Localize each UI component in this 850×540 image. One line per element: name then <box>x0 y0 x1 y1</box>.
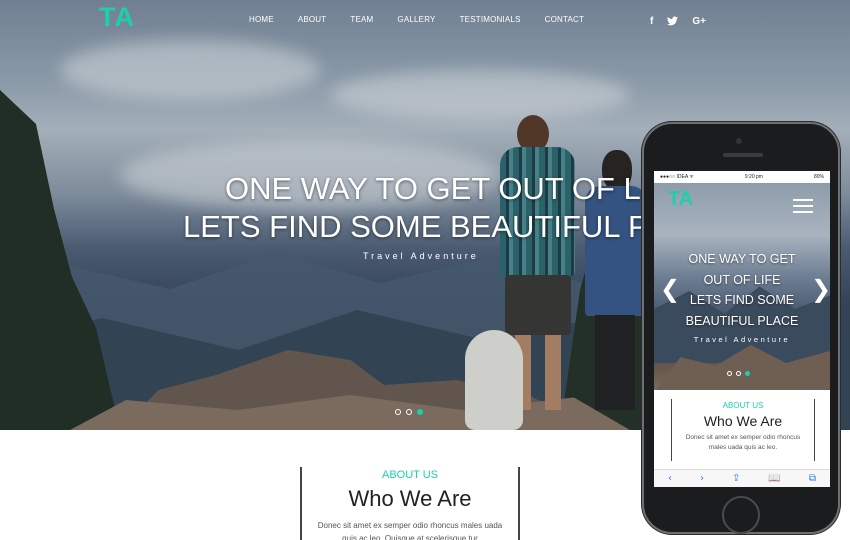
phone-mockup: ●●●○○ IDEA ᯤ 9:20 pm 80% TA ONE WAY TO G… <box>642 122 840 534</box>
phone-home-button[interactable] <box>722 496 760 534</box>
mobile-hero-line-4: BEAUTIFUL PLACE <box>685 313 799 328</box>
about-label: ABOUT US <box>381 469 439 481</box>
status-bar: ●●●○○ IDEA ᯤ 9:20 pm 80% <box>654 171 830 183</box>
mobile-about-text: Donec sit amet ex semper odio rhoncus ma… <box>685 434 801 451</box>
tabs-icon[interactable]: ⧉ <box>809 473 816 484</box>
slider-dots <box>395 409 423 415</box>
hero-subtitle: Travel Adventure <box>363 251 479 261</box>
about-section: ABOUT US Who We Are Donec sit amet ex se… <box>300 467 520 540</box>
status-time: 9:20 pm <box>744 174 763 180</box>
about-text: Donec sit amet ex semper odio rhoncus ma… <box>317 521 503 540</box>
slider-dot-3[interactable] <box>417 409 423 415</box>
phone-speaker <box>723 153 763 157</box>
mobile-hero: TA ONE WAY TO GET OUT OF LIFE LETS FIND … <box>654 183 830 390</box>
mobile-about-section: ABOUT US Who We Are Donec sit amet ex se… <box>671 399 815 461</box>
back-icon[interactable]: ‹ <box>668 473 672 484</box>
mobile-about-label: ABOUT US <box>722 401 764 410</box>
mobile-about-title: Who We Are <box>703 413 783 429</box>
site-logo[interactable]: TA <box>99 2 135 33</box>
share-icon[interactable]: ⇪ <box>732 473 740 484</box>
mobile-slider-dot-3[interactable] <box>745 371 750 376</box>
mobile-logo[interactable]: TA <box>668 188 693 211</box>
nav-home[interactable]: HOME <box>249 15 274 24</box>
google-plus-icon[interactable]: G+ <box>692 16 706 29</box>
mobile-hero-line-3: LETS FIND SOME <box>689 293 795 307</box>
battery-level: 80% <box>813 174 824 180</box>
mobile-hero-title: ONE WAY TO GET OUT OF LIFE LETS FIND SOM… <box>654 249 830 331</box>
slider-next-icon[interactable]: ❯ <box>811 275 830 303</box>
nav-testimonials[interactable]: TESTIMONIALS <box>460 15 521 24</box>
hamburger-menu-icon[interactable] <box>793 199 813 217</box>
nav-contact[interactable]: CONTACT <box>545 15 584 24</box>
bookmarks-icon[interactable]: 📖 <box>768 473 780 484</box>
browser-toolbar: ‹ › ⇪ 📖 ⧉ <box>654 469 830 487</box>
mobile-hero-line-2: OUT OF LIFE <box>703 272 781 287</box>
slider-prev-icon[interactable]: ❮ <box>660 275 680 303</box>
carrier-signal: ●●●○○ IDEA ᯤ <box>660 174 694 180</box>
nav-team[interactable]: TEAM <box>350 15 373 24</box>
slider-dot-2[interactable] <box>406 409 412 415</box>
phone-screen: ●●●○○ IDEA ᯤ 9:20 pm 80% TA ONE WAY TO G… <box>654 171 830 487</box>
mobile-hero-subtitle: Travel Adventure <box>693 335 791 344</box>
mobile-slider-dot-2[interactable] <box>736 371 741 376</box>
nav-gallery[interactable]: GALLERY <box>397 15 435 24</box>
nav-about[interactable]: ABOUT <box>298 15 327 24</box>
slider-dot-1[interactable] <box>395 409 401 415</box>
about-title: Who We Are <box>348 486 472 511</box>
facebook-icon[interactable]: f <box>650 16 653 29</box>
mobile-slider-dots <box>727 371 750 376</box>
page: TA HOME ABOUT TEAM GALLERY TESTIMONIALS … <box>0 0 850 540</box>
forward-icon[interactable]: › <box>700 473 704 484</box>
twitter-icon[interactable] <box>667 16 679 29</box>
social-links: f G+ <box>650 16 706 29</box>
phone-camera <box>736 138 742 144</box>
main-nav: HOME ABOUT TEAM GALLERY TESTIMONIALS CON… <box>249 15 584 24</box>
mobile-slider-dot-1[interactable] <box>727 371 732 376</box>
mobile-hero-line-1: ONE WAY TO GET <box>688 252 796 266</box>
